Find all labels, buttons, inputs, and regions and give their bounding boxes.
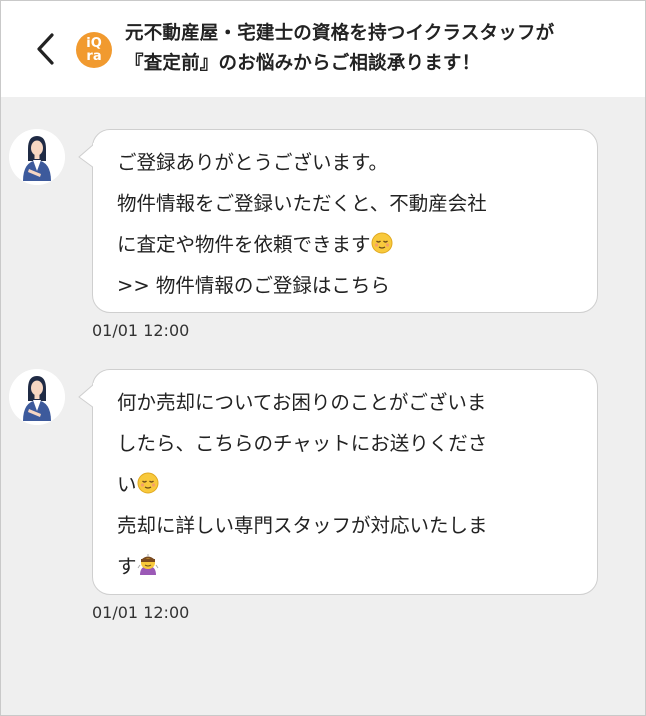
title-line-1: 元不動産屋・宅建士の資格を持つイクラスタッフが xyxy=(125,23,555,44)
chevron-left-icon xyxy=(37,33,54,65)
message-text: 何か売却についてお困りのことがございま xyxy=(117,391,487,414)
logo-text-bottom: ra xyxy=(86,49,102,64)
message-text-line: に査定や物件を依頼できます xyxy=(117,224,577,265)
staff-avatar xyxy=(9,129,65,185)
message-bubble: ご登録ありがとうございます。 物件情報をご登録いただくと、不動産会社 に査定や物… xyxy=(78,129,598,313)
message-text: い xyxy=(117,473,137,496)
bubble-tail xyxy=(78,383,96,409)
bubble-tail xyxy=(78,143,96,169)
staff-avatar-image xyxy=(9,369,65,425)
register-property-link[interactable]: >> 物件情報のご登録はこちら xyxy=(117,265,577,306)
title-line-2: 『査定前』のお悩みからご相談承ります！ xyxy=(125,53,481,74)
chat-title: 元不動産屋・宅建士の資格を持つイクラスタッフが 『査定前』のお悩みからご相談承り… xyxy=(125,19,625,79)
message-text: ご登録ありがとうございます。 xyxy=(117,151,389,174)
message-text: す xyxy=(117,555,137,578)
chat-header: iQ ra 元不動産屋・宅建士の資格を持つイクラスタッフが 『査定前』のお悩みか… xyxy=(1,1,645,97)
relieved-face-icon xyxy=(371,232,393,254)
message-text-line: い xyxy=(117,464,577,505)
message-text: 売却に詳しい専門スタッフが対応いたしま xyxy=(117,514,488,537)
iqra-logo: iQ ra xyxy=(76,32,112,68)
back-button[interactable] xyxy=(31,31,61,67)
message-bubble: 何か売却についてお困りのことがございま したら、こちらのチャットにお送りくださ … xyxy=(78,369,598,595)
message-text: に査定や物件を依頼できます xyxy=(117,233,371,256)
message-text: したら、こちらのチャットにお送りくださ xyxy=(117,432,488,455)
staff-avatar xyxy=(9,369,65,425)
chat-screen: iQ ra 元不動産屋・宅建士の資格を持つイクラスタッフが 『査定前』のお悩みか… xyxy=(0,0,646,716)
message-text-line: す xyxy=(117,546,577,587)
bowing-woman-icon xyxy=(137,554,158,575)
message-timestamp: 01/01 12:00 xyxy=(92,603,190,622)
message-timestamp: 01/01 12:00 xyxy=(92,321,190,340)
message-text: 物件情報をご登録いただくと、不動産会社 xyxy=(117,192,487,215)
relieved-face-icon xyxy=(137,472,159,494)
staff-avatar-image xyxy=(9,129,65,185)
